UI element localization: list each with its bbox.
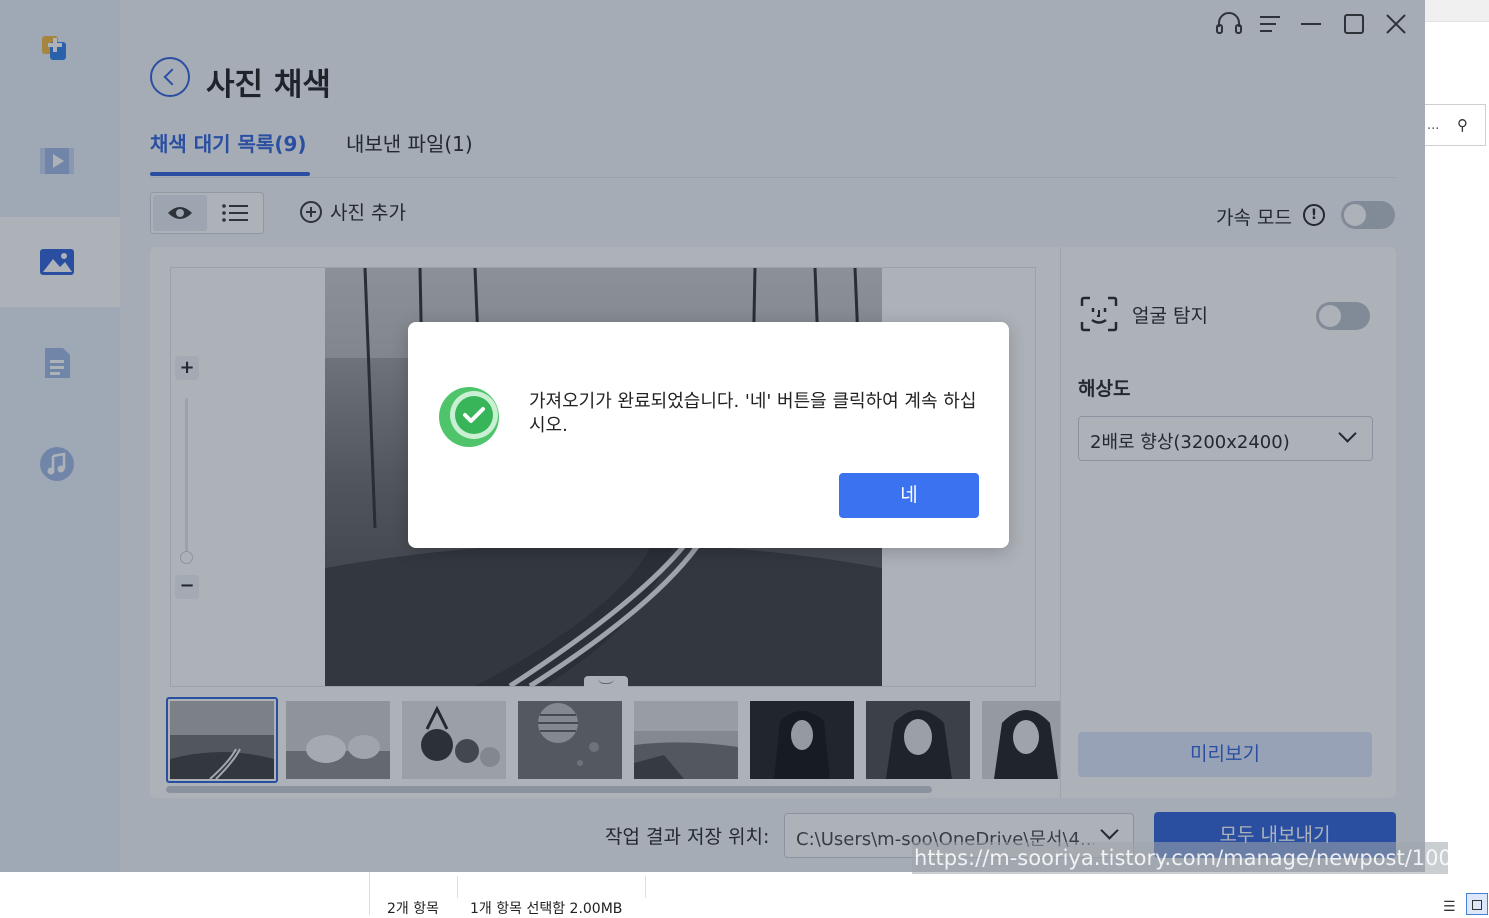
explorer-nav-pane [0,872,370,915]
details-view-icon[interactable]: ☰ [1443,899,1456,915]
success-check-icon [439,387,499,447]
search-icon[interactable]: ⚲ [1457,116,1468,134]
search-placeholder: ... [1427,118,1440,133]
dialog-message: 가져오기가 완료되었습니다. '네' 버튼을 클릭하여 계속 하십시오. [529,391,977,436]
item-count: 2개 항목 [387,901,439,917]
url-watermark: https://m-sooriya.tistory.com/manage/new… [912,842,1448,874]
large-icons-view-icon[interactable] [1466,893,1488,915]
explorer-search-box[interactable]: ... ⚲ [1425,104,1486,146]
status-divider [645,876,646,898]
explorer-titlebar [1425,0,1489,22]
selection-info: 1개 항목 선택함 2.00MB [470,901,623,917]
confirm-button[interactable]: 네 [839,473,979,518]
import-complete-dialog: 가져오기가 완료되었습니다. '네' 버튼을 클릭하여 계속 하십시오. 네 [408,322,1009,548]
status-divider [457,876,458,898]
